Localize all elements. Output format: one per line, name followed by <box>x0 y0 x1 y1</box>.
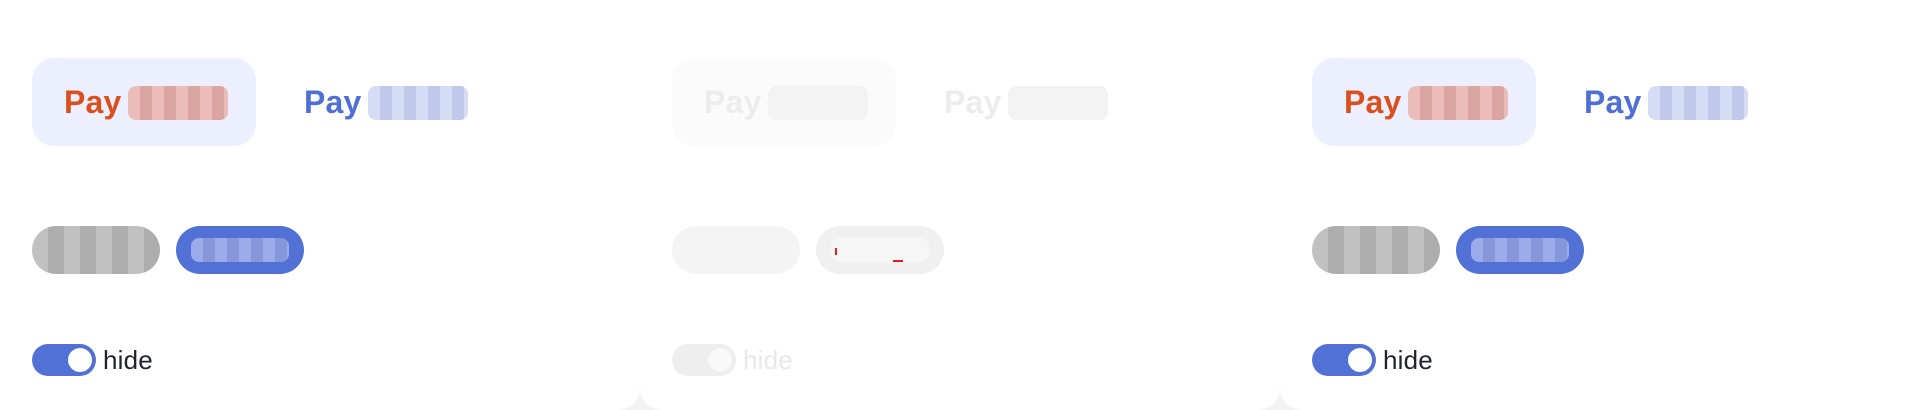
pay-tab-label: Pay <box>64 83 122 120</box>
panel-enabled-1: Pay Pay hide <box>0 0 640 410</box>
pay-brand-logo-redacted <box>1647 86 1748 120</box>
pay-tab-inactive[interactable]: Pay <box>272 58 482 146</box>
primary-pill-button[interactable] <box>176 226 304 274</box>
hide-toggle-label: hide <box>1383 344 1433 375</box>
pay-brand-logo-redacted <box>1007 86 1108 120</box>
pay-tab-inactive: Pay <box>912 58 1122 146</box>
pay-tab-label: Pay <box>304 83 362 120</box>
pay-brand-logo-redacted <box>1407 86 1508 120</box>
pay-tab-label: Pay <box>1344 83 1402 120</box>
primary-button-label-redacted <box>1471 238 1569 262</box>
hide-toggle-row: hide <box>672 344 793 376</box>
secondary-pill-button[interactable] <box>1312 226 1440 274</box>
hide-toggle-label: hide <box>103 344 153 375</box>
pay-tab-active[interactable]: Pay <box>1312 58 1536 146</box>
hide-toggle-row: hide <box>32 344 153 376</box>
hide-toggle-switch[interactable] <box>1312 344 1376 376</box>
hide-toggle-switch <box>672 344 736 376</box>
toggle-knob <box>708 348 732 372</box>
primary-pill-button[interactable] <box>1456 226 1584 274</box>
toggle-knob <box>1348 348 1372 372</box>
hide-toggle-switch[interactable] <box>32 344 96 376</box>
primary-button-label-redacted <box>191 238 289 262</box>
secondary-pill-button <box>672 226 800 274</box>
pay-tab-active: Pay <box>672 58 896 146</box>
hide-toggle-row: hide <box>1312 344 1433 376</box>
pay-brand-logo-redacted <box>767 86 868 120</box>
primary-pill-button <box>816 226 944 274</box>
secondary-pill-button[interactable] <box>32 226 160 274</box>
pay-brand-logo-redacted <box>127 86 228 120</box>
toggle-knob <box>68 348 92 372</box>
pay-tab-label: Pay <box>704 83 762 120</box>
pay-tab-active[interactable]: Pay <box>32 58 256 146</box>
panel-enabled-2: Pay Pay hide <box>1280 0 1920 410</box>
hide-toggle-label: hide <box>743 344 793 375</box>
pay-tab-label: Pay <box>944 83 1002 120</box>
primary-button-label-redacted <box>831 238 929 262</box>
pay-brand-logo-redacted <box>367 86 468 120</box>
panel-disabled: Pay Pay hide <box>640 0 1280 410</box>
component-states-canvas: Pay Pay hide Pay Pay hide Pay Pay hide <box>0 0 1920 410</box>
pay-tab-inactive[interactable]: Pay <box>1552 58 1762 146</box>
pay-tab-label: Pay <box>1584 83 1642 120</box>
